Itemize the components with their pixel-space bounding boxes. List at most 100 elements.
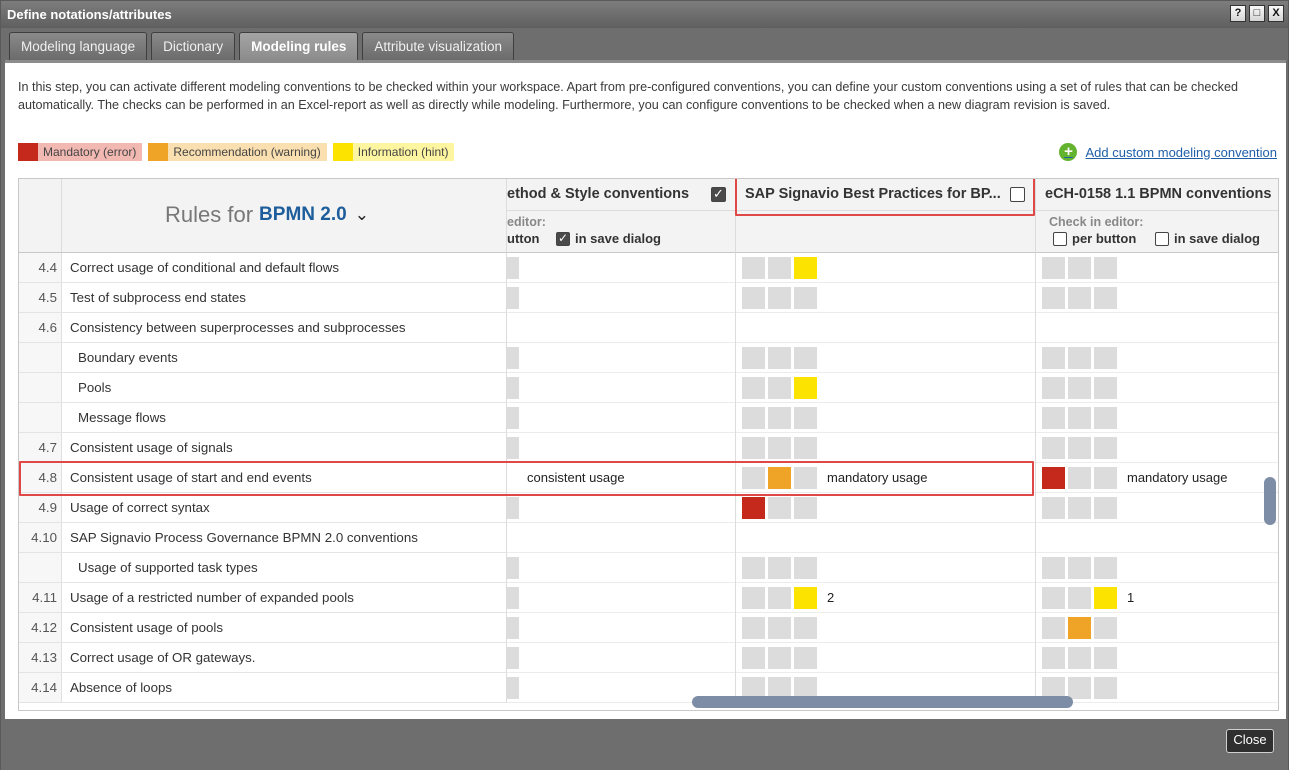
severity-cell[interactable] xyxy=(507,287,519,309)
severity-cell[interactable] xyxy=(1068,557,1091,579)
severity-cell[interactable] xyxy=(742,257,765,279)
severity-cell[interactable] xyxy=(794,647,817,669)
severity-cell[interactable] xyxy=(1068,647,1091,669)
severity-cell[interactable] xyxy=(794,497,817,519)
severity-cell[interactable] xyxy=(1068,617,1091,639)
severity-cell[interactable] xyxy=(507,617,519,639)
severity-cell[interactable] xyxy=(742,437,765,459)
severity-cell[interactable] xyxy=(1094,647,1117,669)
severity-cell[interactable] xyxy=(794,287,817,309)
severity-cell[interactable] xyxy=(507,557,519,579)
severity-cell[interactable] xyxy=(768,497,791,519)
close-button[interactable]: Close xyxy=(1226,729,1274,753)
severity-cell[interactable] xyxy=(1094,287,1117,309)
severity-cell[interactable] xyxy=(1068,287,1091,309)
tab-dictionary[interactable]: Dictionary xyxy=(151,32,236,60)
severity-cell[interactable] xyxy=(1042,557,1065,579)
severity-cell[interactable] xyxy=(794,617,817,639)
severity-cell[interactable] xyxy=(768,647,791,669)
severity-cell[interactable] xyxy=(768,407,791,429)
language-selector[interactable]: BPMN 2.0 xyxy=(259,204,347,226)
severity-cell[interactable] xyxy=(1042,377,1065,399)
severity-cell[interactable] xyxy=(1042,347,1065,369)
severity-cell[interactable] xyxy=(742,497,765,519)
severity-cell[interactable] xyxy=(1042,647,1065,669)
per-button-option[interactable]: utton xyxy=(507,231,539,246)
severity-cell[interactable] xyxy=(507,647,519,669)
tab-attribute-visualization[interactable]: Attribute visualization xyxy=(362,32,514,60)
severity-cell[interactable] xyxy=(1094,587,1117,609)
severity-cell[interactable] xyxy=(1042,257,1065,279)
severity-cell[interactable] xyxy=(1042,617,1065,639)
severity-cell[interactable] xyxy=(742,647,765,669)
severity-cell[interactable] xyxy=(1068,257,1091,279)
severity-cell[interactable] xyxy=(1094,677,1117,699)
severity-cell[interactable] xyxy=(1094,467,1117,489)
severity-cell[interactable] xyxy=(1094,497,1117,519)
severity-cell[interactable] xyxy=(1042,287,1065,309)
sap-best-practices-checkbox[interactable] xyxy=(1010,187,1025,202)
save-dialog-option[interactable]: ✓ in save dialog xyxy=(556,231,661,246)
severity-cell[interactable] xyxy=(768,437,791,459)
ech-per-button-option[interactable]: per button xyxy=(1053,231,1136,246)
severity-cell[interactable] xyxy=(768,257,791,279)
severity-cell[interactable] xyxy=(1068,377,1091,399)
close-window-button[interactable]: X xyxy=(1268,5,1284,22)
severity-cell[interactable] xyxy=(742,347,765,369)
severity-cell[interactable] xyxy=(507,437,519,459)
severity-cell[interactable] xyxy=(1094,407,1117,429)
severity-cell[interactable] xyxy=(742,467,765,489)
severity-cell[interactable] xyxy=(1068,467,1091,489)
severity-cell[interactable] xyxy=(1094,347,1117,369)
severity-cell[interactable] xyxy=(1042,407,1065,429)
severity-cell[interactable] xyxy=(1068,677,1091,699)
add-custom-convention-link[interactable]: + Add custom modeling convention xyxy=(1059,143,1277,161)
severity-cell[interactable] xyxy=(507,347,519,369)
method-style-checkbox[interactable]: ✓ xyxy=(711,187,726,202)
severity-cell[interactable] xyxy=(507,407,519,429)
severity-cell[interactable] xyxy=(1068,437,1091,459)
severity-cell[interactable] xyxy=(742,587,765,609)
severity-cell[interactable] xyxy=(768,287,791,309)
severity-cell[interactable] xyxy=(507,377,519,399)
severity-cell[interactable] xyxy=(768,587,791,609)
severity-cell[interactable] xyxy=(794,257,817,279)
severity-cell[interactable] xyxy=(507,497,519,519)
save-dialog-checkbox[interactable]: ✓ xyxy=(556,231,570,246)
horizontal-scrollbar[interactable] xyxy=(692,696,1073,708)
severity-cell[interactable] xyxy=(507,587,519,609)
severity-cell[interactable] xyxy=(794,557,817,579)
maximize-button[interactable]: □ xyxy=(1249,5,1265,22)
severity-cell[interactable] xyxy=(794,347,817,369)
ech-per-button-checkbox[interactable] xyxy=(1053,231,1067,246)
severity-cell[interactable] xyxy=(1068,407,1091,429)
help-button[interactable]: ? xyxy=(1230,5,1246,22)
severity-cell[interactable] xyxy=(768,467,791,489)
severity-cell[interactable] xyxy=(742,377,765,399)
severity-cell[interactable] xyxy=(794,587,817,609)
severity-cell[interactable] xyxy=(742,287,765,309)
ech-save-dialog-checkbox[interactable] xyxy=(1155,231,1169,246)
tab-modeling-language[interactable]: Modeling language xyxy=(9,32,148,60)
severity-cell[interactable] xyxy=(1042,587,1065,609)
severity-cell[interactable] xyxy=(742,407,765,429)
severity-cell[interactable] xyxy=(1042,437,1065,459)
chevron-down-icon[interactable]: ⌄ xyxy=(355,205,369,225)
severity-cell[interactable] xyxy=(507,257,519,279)
severity-cell[interactable] xyxy=(742,557,765,579)
severity-cell[interactable] xyxy=(794,437,817,459)
severity-cell[interactable] xyxy=(794,377,817,399)
severity-cell[interactable] xyxy=(768,557,791,579)
ech-save-dialog-option[interactable]: in save dialog xyxy=(1155,231,1260,246)
severity-cell[interactable] xyxy=(794,407,817,429)
severity-cell[interactable] xyxy=(1068,347,1091,369)
severity-cell[interactable] xyxy=(1094,557,1117,579)
vertical-scrollbar[interactable] xyxy=(1264,477,1276,525)
severity-cell[interactable] xyxy=(1094,257,1117,279)
severity-cell[interactable] xyxy=(768,617,791,639)
severity-cell[interactable] xyxy=(1068,497,1091,519)
severity-cell[interactable] xyxy=(1042,467,1065,489)
severity-cell[interactable] xyxy=(1094,617,1117,639)
severity-cell[interactable] xyxy=(768,377,791,399)
severity-cell[interactable] xyxy=(768,347,791,369)
